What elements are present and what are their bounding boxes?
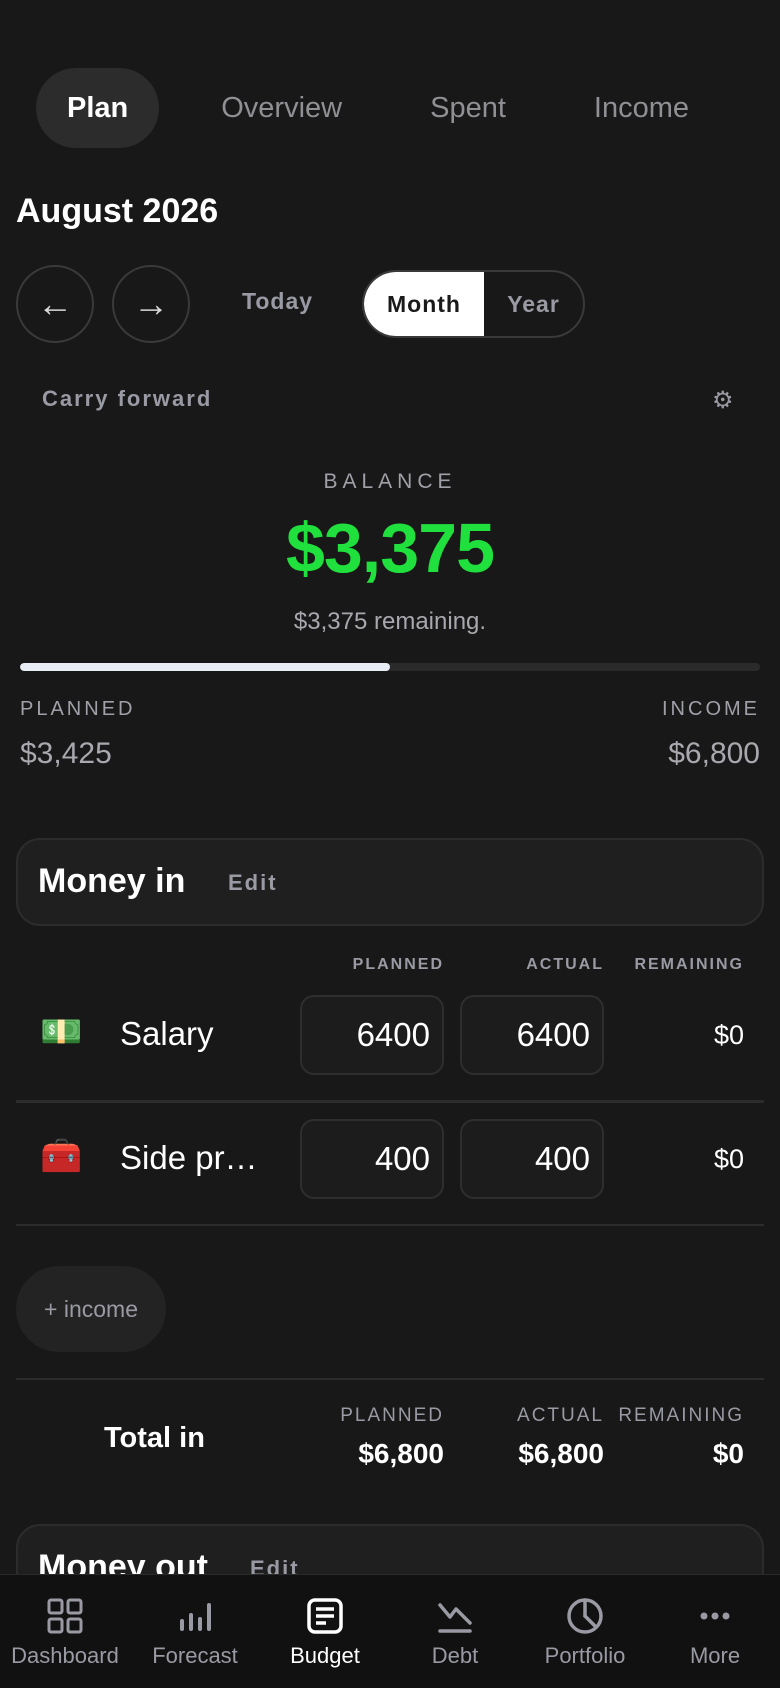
row-remaining-value: $0 [713, 1144, 744, 1174]
actual-amount-input[interactable]: 400 [460, 1119, 604, 1199]
carry-forward-label[interactable]: Carry forward [42, 386, 212, 412]
row-remaining-value: $0 [713, 1020, 744, 1050]
tab-overview[interactable]: Overview [191, 68, 372, 148]
actual-column-header: ACTUAL [526, 956, 604, 973]
total-remaining-header: REMAINING [618, 1405, 744, 1426]
row-divider [16, 1224, 764, 1226]
remaining-column-header: REMAINING [634, 956, 744, 973]
progress-fill [20, 663, 390, 671]
dashboard-icon [47, 1598, 83, 1634]
top-tabs: Plan Overview Spent Income [36, 68, 735, 148]
gear-icon[interactable]: ⚙ [712, 386, 734, 415]
money-in-edit-button[interactable]: Edit [228, 870, 278, 896]
total-planned-header: PLANNED [340, 1405, 444, 1426]
balance-label: BALANCE [323, 470, 457, 493]
tab-spent[interactable]: Spent [400, 68, 536, 148]
tab-plan[interactable]: Plan [36, 68, 160, 148]
today-button[interactable]: Today [242, 288, 313, 315]
balance-value: $3,375 [285, 509, 495, 587]
planned-column-header: PLANNED [352, 956, 444, 973]
balance-progress-bar [20, 663, 760, 671]
tab-income[interactable]: Income [564, 68, 719, 148]
budget-screen: Plan Overview Spent Income August 2026 ←… [0, 0, 780, 1688]
total-divider [16, 1378, 764, 1380]
budget-icon [307, 1598, 343, 1634]
total-remaining-value: $0 [712, 1438, 744, 1469]
income-row-name[interactable]: Salary [120, 1015, 214, 1053]
pie-chart-icon [567, 1598, 603, 1634]
planned-amount-input[interactable]: 6400 [300, 995, 444, 1075]
planned-value: $3,425 [20, 737, 112, 770]
nav-label: Portfolio [544, 1643, 626, 1668]
month-toggle-option[interactable]: Month [364, 272, 484, 336]
cash-icon: 💵 [40, 1013, 83, 1051]
total-actual-header: ACTUAL [517, 1405, 604, 1426]
debt-icon [438, 1603, 472, 1633]
bar-chart-icon [180, 1603, 211, 1631]
row-divider [16, 1100, 764, 1103]
year-toggle-option[interactable]: Year [484, 272, 583, 336]
total-planned-value: $6,800 [358, 1438, 444, 1469]
planned-label: PLANNED [20, 698, 136, 720]
nav-label: Dashboard [11, 1643, 119, 1668]
money-in-header: Money in Edit [16, 838, 764, 926]
add-income-button[interactable]: + income [16, 1266, 166, 1352]
nav-debt[interactable]: Debt [390, 1575, 520, 1688]
bottom-navigation: Dashboard Forecast Budget Debt Portfolio… [0, 1574, 780, 1688]
nav-label: More [689, 1643, 741, 1668]
money-in-title: Money in [38, 862, 186, 900]
previous-period-button[interactable]: ← [16, 265, 94, 343]
nav-more[interactable]: More [650, 1575, 780, 1688]
total-in-label: Total in [104, 1422, 205, 1454]
actual-amount-input[interactable]: 6400 [460, 995, 604, 1075]
next-period-button[interactable]: → [112, 265, 190, 343]
arrow-left-icon: ← [37, 283, 73, 324]
nav-portfolio[interactable]: Portfolio [520, 1575, 650, 1688]
planned-amount-input[interactable]: 400 [300, 1119, 444, 1199]
toolbox-icon: 🧰 [40, 1137, 83, 1175]
total-actual-value: $6,800 [518, 1438, 604, 1469]
nav-label: Budget [290, 1643, 360, 1668]
period-toggle: Month Year [362, 270, 585, 338]
more-icon [700, 1612, 730, 1620]
income-label: INCOME [662, 698, 760, 720]
nav-forecast[interactable]: Forecast [130, 1575, 260, 1688]
nav-label: Debt [431, 1643, 479, 1668]
income-row-name[interactable]: Side pr… [120, 1139, 258, 1177]
nav-budget[interactable]: Budget [260, 1575, 390, 1688]
remaining-text: $3,375 remaining. [293, 608, 487, 635]
income-value: $6,800 [668, 737, 760, 770]
arrow-right-icon: → [133, 283, 169, 324]
nav-dashboard[interactable]: Dashboard [0, 1575, 130, 1688]
nav-label: Forecast [152, 1643, 238, 1668]
period-title: August 2026 [16, 192, 219, 230]
